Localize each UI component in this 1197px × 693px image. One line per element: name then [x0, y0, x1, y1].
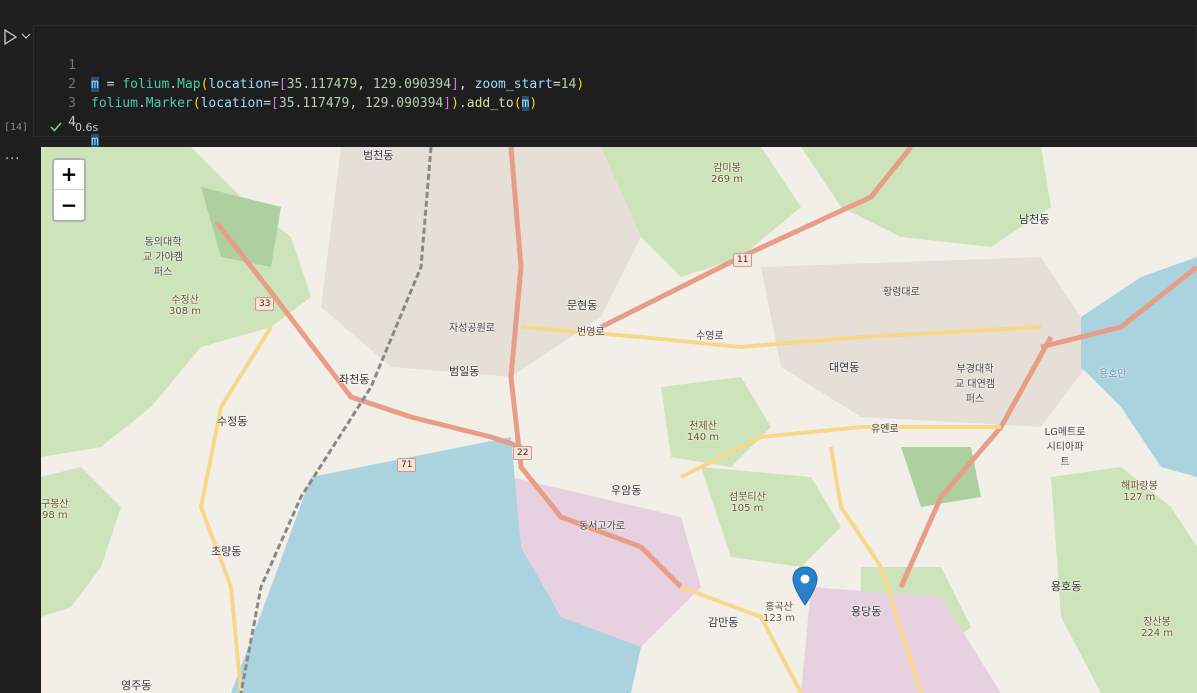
execution-time: 0.6s [75, 121, 99, 134]
map-label: 초량동 [211, 545, 242, 558]
green-area [701, 467, 841, 567]
map-label: 좌천동 [339, 373, 370, 386]
map-tiles[interactable] [41, 147, 1197, 693]
editor-top-bar [0, 0, 1197, 24]
map-label: 용호동 [1051, 580, 1082, 593]
execution-count: [14] [4, 122, 29, 133]
code-token: . [458, 96, 467, 111]
code-token: location [200, 96, 264, 111]
map-label: 번영로 [577, 327, 605, 338]
code-token: ( [192, 96, 201, 111]
peak-label: 천제산 140 m [687, 421, 720, 443]
map-label: 범천동 [363, 149, 394, 162]
map-label: 유엔로 [871, 424, 899, 435]
code-token: [ [278, 77, 287, 92]
peak-label: 섬붓티산 105 m [729, 492, 766, 514]
code-token: 35.117479 [286, 77, 358, 92]
code-token: ) [529, 96, 538, 111]
zoom-control: + − [52, 158, 86, 222]
code-token: folium [122, 77, 170, 92]
code-token: 35.117479 [278, 96, 350, 111]
map-label: 영주동 [121, 679, 152, 692]
check-icon [50, 122, 62, 132]
code-token: ] [443, 96, 452, 111]
code-token: Map [177, 77, 201, 92]
code-token: = [263, 96, 272, 111]
peak-label: 해파랑봉 127 m [1121, 481, 1158, 503]
code-token: [ [271, 96, 279, 111]
code-line-4[interactable]: 4 m [34, 94, 99, 149]
run-cell-icon[interactable] [2, 28, 22, 46]
peak-label: 장산봉 224 m [1141, 617, 1174, 639]
code-token: ) [576, 77, 585, 92]
code-token: . [169, 77, 178, 92]
map-label: 대연동 [829, 361, 860, 374]
map-pin-icon[interactable] [792, 566, 818, 606]
route-shield: 71 [397, 458, 417, 472]
green-area [41, 467, 121, 617]
map-label: 용당동 [851, 605, 882, 618]
map-label: 감만동 [708, 616, 739, 629]
code-token: , [458, 77, 475, 92]
code-token: , [357, 77, 373, 92]
map-label: 범일동 [449, 365, 480, 378]
map-label: 수정동 [217, 415, 248, 428]
output-menu-button[interactable]: ... [5, 148, 20, 163]
code-line-2[interactable]: 2 folium.Marker(location=[35.117479, 129… [34, 56, 537, 111]
zoom-in-button[interactable]: + [54, 160, 84, 190]
code-token: 14 [560, 77, 577, 92]
code-token: = [271, 77, 279, 92]
code-token: Marker [145, 96, 193, 111]
code-token: , [349, 96, 365, 111]
code-line-1[interactable]: 1 m = folium.Map(location=[35.117479, 12… [34, 37, 584, 92]
map-label: 자성공원로 [449, 323, 495, 334]
map-label: 동의대학교 가야캠퍼스 [143, 237, 183, 278]
code-cell[interactable]: 1 m = folium.Map(location=[35.117479, 12… [33, 25, 1197, 149]
map-label: 부경대학교 대연캠퍼스 [955, 364, 995, 405]
code-token: m [91, 77, 99, 92]
peak-label: 구봉산 98 m [41, 499, 69, 521]
peak-label: 홍곡산 123 m [763, 602, 796, 624]
map-label: 우암동 [611, 484, 642, 497]
code-token: ] [451, 77, 459, 92]
map-label: 용호만 [1099, 369, 1127, 380]
code-line-3[interactable]: 3 [34, 75, 81, 111]
industrial-area [801, 587, 1001, 693]
map-label: LG메트로시티아파트 [1044, 427, 1086, 468]
route-shield: 33 [255, 297, 275, 311]
green-area [601, 147, 801, 277]
code-token: folium [91, 96, 138, 111]
map-label: 황령대로 [883, 287, 920, 298]
green-area [801, 147, 1051, 247]
peak-label: 감미봉 269 m [711, 163, 744, 185]
code-token: add_to [466, 96, 514, 111]
zoom-out-button[interactable]: − [54, 190, 84, 220]
map-label: 남천동 [1019, 213, 1050, 226]
code-editor[interactable]: 1 m = folium.Map(location=[35.117479, 12… [34, 37, 584, 149]
code-token: ( [513, 96, 522, 111]
map-label: 동서고가로 [579, 521, 625, 532]
code-token: 129.090394 [372, 77, 452, 92]
map-label: 문현동 [567, 299, 598, 312]
code-token: = [552, 77, 561, 92]
code-token: . [137, 96, 146, 111]
code-token: 129.090394 [364, 96, 444, 111]
code-token: location [208, 77, 272, 92]
urban-area [321, 147, 641, 377]
route-shield: 11 [733, 253, 753, 267]
folium-map[interactable]: + − 범천동 범일동 좌천동 수정동 초량동 문현동 우암동 감만동 대연동 … [41, 147, 1197, 693]
map-label: 수영로 [696, 331, 724, 342]
route-shield: 22 [513, 446, 533, 460]
code-token: ) [451, 96, 459, 111]
peak-label: 수정산 308 m [169, 295, 202, 317]
code-token: zoom_start [474, 77, 553, 92]
code-token: = [98, 77, 123, 92]
chevron-down-icon[interactable] [20, 28, 32, 44]
